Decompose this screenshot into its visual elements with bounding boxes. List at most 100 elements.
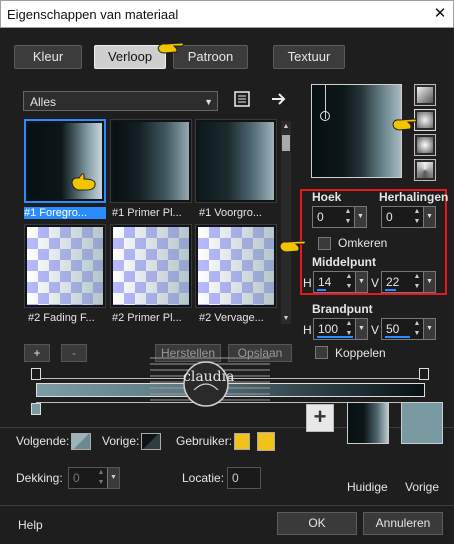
focal-v-level bbox=[385, 336, 410, 338]
chevron-down-icon[interactable]: ▼ bbox=[423, 207, 435, 227]
gradient-label-3[interactable]: #1 Voorgro... bbox=[199, 207, 281, 219]
link-label[interactable]: Koppelen bbox=[335, 346, 386, 360]
location-label: Locatie: bbox=[182, 471, 225, 485]
angle-knob[interactable] bbox=[320, 111, 330, 121]
focal-h-input[interactable]: 100 ▲ ▼ ▼ bbox=[313, 318, 368, 340]
sunburst-style-button[interactable] bbox=[414, 134, 436, 156]
preset-filter-select[interactable]: Alles ▼ bbox=[23, 91, 218, 111]
gradient-thumb-5[interactable] bbox=[110, 224, 192, 308]
prev-label: Vorige: bbox=[102, 434, 140, 448]
invert-checkbox[interactable] bbox=[318, 237, 331, 250]
angle-value: 0 bbox=[317, 210, 324, 224]
add-stop-button[interactable]: + bbox=[24, 344, 50, 362]
current-label: Huidige bbox=[347, 480, 388, 494]
chevron-down-icon[interactable]: ▼ bbox=[355, 272, 367, 292]
prev-color-button[interactable] bbox=[141, 433, 161, 450]
gradient-thumb-1[interactable] bbox=[24, 119, 106, 203]
location-input[interactable]: 0 bbox=[227, 467, 261, 489]
close-icon[interactable]: ✕ bbox=[433, 6, 447, 22]
scroll-down-icon[interactable]: ▼ bbox=[281, 315, 291, 322]
help-link[interactable]: Help bbox=[18, 518, 43, 532]
chevron-down-icon[interactable]: ▼ bbox=[354, 207, 366, 227]
repeats-value: 0 bbox=[386, 210, 393, 224]
center-h-input[interactable]: 14 ▲ ▼ ▼ bbox=[313, 271, 368, 293]
radial-style-button[interactable] bbox=[414, 159, 436, 181]
center-v-label: V bbox=[371, 276, 380, 290]
opacity-stop-left[interactable] bbox=[31, 368, 41, 380]
gradient-label-5[interactable]: #2 Primer Pl... bbox=[112, 312, 194, 324]
current-swatch[interactable] bbox=[347, 402, 389, 444]
spin-arrows-icon[interactable]: ▲ ▼ bbox=[412, 272, 422, 292]
scrollbar-thumb[interactable] bbox=[282, 135, 290, 151]
invert-label[interactable]: Omkeren bbox=[338, 236, 387, 250]
angle-input[interactable]: 0 ▲ ▼ ▼ bbox=[312, 206, 367, 228]
cancel-button[interactable]: Annuleren bbox=[363, 512, 443, 535]
divider bbox=[0, 505, 454, 506]
center-label: Middelpunt bbox=[312, 255, 376, 269]
gradient-swatch bbox=[198, 227, 274, 305]
focal-h-label: H bbox=[303, 323, 312, 337]
chevron-down-icon[interactable]: ▼ bbox=[107, 468, 119, 488]
gradient-preview[interactable] bbox=[311, 84, 402, 178]
user-color-button[interactable] bbox=[234, 433, 250, 450]
spin-arrows-icon[interactable]: ▲ ▼ bbox=[96, 468, 106, 488]
remove-stop-button[interactable]: - bbox=[61, 344, 87, 362]
window-title: Eigenschappen van materiaal bbox=[7, 7, 179, 22]
center-v-value: 22 bbox=[386, 275, 400, 289]
linear-style-button[interactable] bbox=[414, 84, 436, 106]
center-h-label: H bbox=[303, 276, 312, 290]
previous-swatch[interactable] bbox=[401, 402, 443, 444]
focal-h-level bbox=[317, 336, 353, 338]
arrow-right-icon[interactable] bbox=[271, 92, 287, 106]
gradient-label-4[interactable]: #2 Fading F... bbox=[28, 312, 110, 324]
user-color-swatch[interactable] bbox=[257, 432, 275, 451]
tab-kleur[interactable]: Kleur bbox=[14, 45, 82, 69]
gradient-thumb-3[interactable] bbox=[195, 119, 277, 203]
previous-label: Vorige bbox=[405, 480, 440, 494]
gradient-thumb-2[interactable] bbox=[110, 119, 192, 203]
chevron-down-icon[interactable]: ▼ bbox=[423, 319, 435, 339]
focal-h-value: 100 bbox=[318, 322, 339, 336]
next-color-button[interactable] bbox=[71, 433, 91, 450]
watermark-text: claudia bbox=[183, 369, 235, 385]
pointing-hand-icon bbox=[157, 42, 184, 54]
link-checkbox[interactable] bbox=[315, 346, 328, 359]
spin-arrows-icon[interactable]: ▲ ▼ bbox=[344, 272, 354, 292]
radial-style-icon bbox=[417, 162, 433, 178]
scroll-up-icon[interactable]: ▲ bbox=[281, 123, 291, 130]
gradient-thumb-4[interactable] bbox=[24, 224, 106, 308]
gradient-label-6[interactable]: #2 Vervage... bbox=[199, 312, 281, 324]
spin-arrows-icon[interactable]: ▲ ▼ bbox=[412, 319, 422, 339]
pointing-hand-icon bbox=[71, 173, 96, 191]
color-stop-left[interactable] bbox=[31, 403, 41, 415]
pointing-hand-icon bbox=[279, 240, 306, 253]
spin-arrows-icon[interactable]: ▲ ▼ bbox=[412, 207, 422, 227]
center-v-input[interactable]: 22 ▲ ▼ ▼ bbox=[381, 271, 436, 293]
focal-label: Brandpunt bbox=[312, 302, 373, 316]
chevron-down-icon[interactable]: ▼ bbox=[423, 272, 435, 292]
angle-label: Hoek bbox=[312, 190, 342, 204]
focal-v-value: 50 bbox=[386, 322, 400, 336]
gradient-swatch bbox=[113, 227, 189, 305]
focal-v-input[interactable]: 50 ▲ ▼ ▼ bbox=[381, 318, 436, 340]
gradient-thumb-6[interactable] bbox=[195, 224, 277, 308]
chevron-down-icon: ▼ bbox=[204, 97, 213, 107]
repeats-input[interactable]: 0 ▲ ▼ ▼ bbox=[381, 206, 436, 228]
gradient-label-2[interactable]: #1 Primer Pl... bbox=[112, 207, 194, 219]
opacity-input[interactable]: 0 ▲ ▼ ▼ bbox=[68, 467, 120, 489]
rectangular-style-icon bbox=[417, 112, 433, 128]
gallery-scrollbar[interactable]: ▲ ▼ bbox=[281, 121, 291, 324]
library-icon[interactable] bbox=[234, 90, 250, 108]
sunburst-style-icon bbox=[417, 137, 433, 153]
repeats-label: Herhalingen bbox=[379, 190, 449, 204]
spin-arrows-icon[interactable]: ▲ ▼ bbox=[343, 207, 353, 227]
gradient-swatch bbox=[198, 122, 274, 200]
tab-textuur[interactable]: Textuur bbox=[273, 45, 345, 69]
add-current-button[interactable]: + bbox=[306, 404, 334, 432]
pointing-hand-icon bbox=[392, 118, 417, 131]
ok-button[interactable]: OK bbox=[277, 512, 357, 535]
opacity-stop-right[interactable] bbox=[419, 368, 429, 380]
gradient-label-1[interactable]: #1 Foregro... bbox=[24, 207, 106, 219]
chevron-down-icon[interactable]: ▼ bbox=[355, 319, 367, 339]
gradient-swatch bbox=[27, 227, 103, 305]
